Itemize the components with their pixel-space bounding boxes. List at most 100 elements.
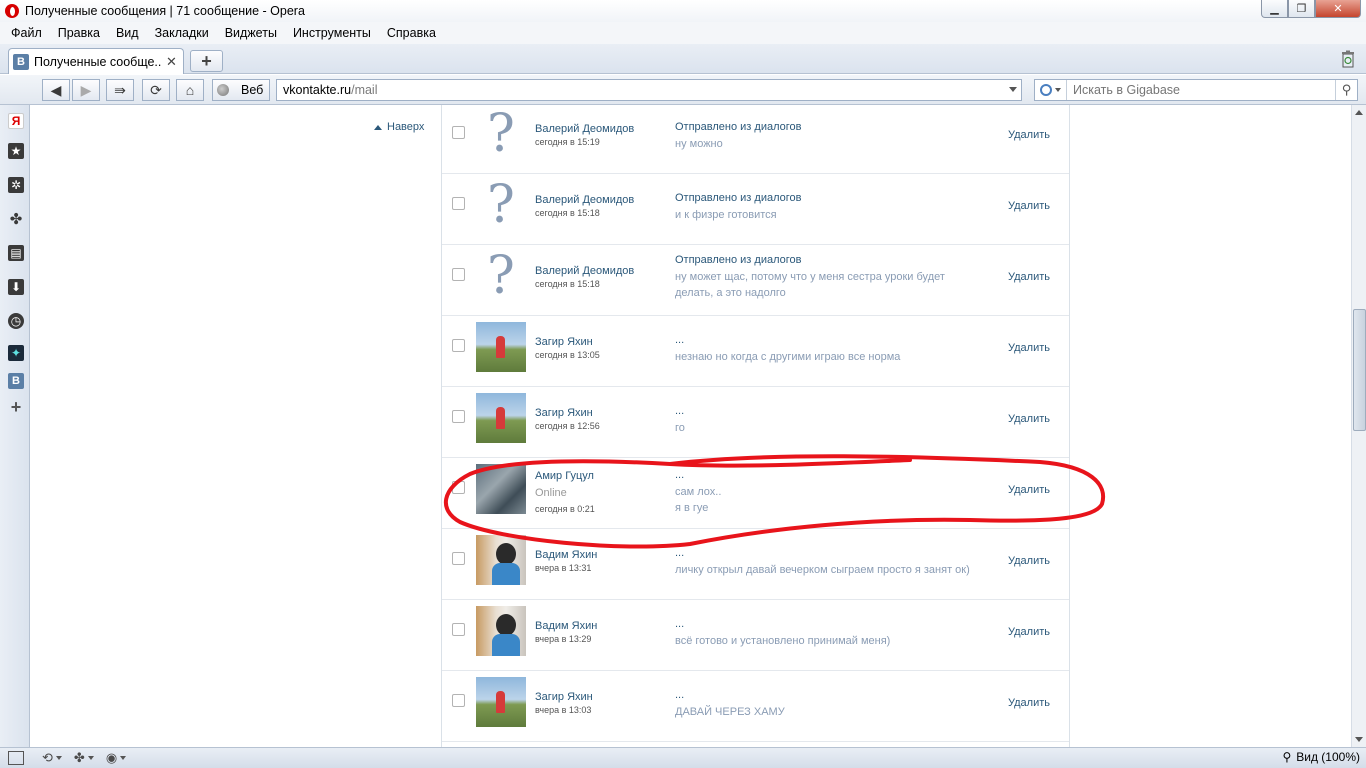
scrollbar-thumb[interactable] — [1353, 309, 1366, 431]
new-tab-button[interactable]: + — [190, 50, 223, 72]
scroll-down-icon[interactable] — [1355, 737, 1363, 742]
message-checkbox[interactable] — [452, 623, 465, 636]
panel-toggle-icon[interactable] — [8, 751, 24, 765]
search-icon[interactable]: ⚲ — [1335, 80, 1357, 100]
trash-icon[interactable] — [1338, 48, 1358, 70]
avatar[interactable] — [476, 677, 526, 727]
turbo-button[interactable]: ⟲ — [42, 750, 62, 766]
sender-name[interactable]: Вадим Яхин — [535, 620, 597, 632]
menu-help[interactable]: Справка — [379, 26, 444, 40]
minimize-button[interactable]: ▁ — [1261, 0, 1288, 18]
message-subject[interactable]: Отправлено из диалогов — [675, 192, 801, 204]
downloads-icon[interactable]: ⬇ — [8, 279, 24, 295]
message-subject[interactable]: Отправлено из диалогов — [675, 254, 801, 266]
sender-name[interactable]: Загир Яхин — [535, 691, 593, 703]
delete-link[interactable]: Удалить — [1008, 271, 1050, 283]
message-checkbox[interactable] — [452, 339, 465, 352]
delete-link[interactable]: Удалить — [1008, 200, 1050, 212]
add-panel-icon[interactable]: + — [8, 397, 24, 417]
delete-link[interactable]: Удалить — [1008, 626, 1050, 638]
message-preview[interactable]: незнаю но когда с другими играю все норм… — [675, 349, 965, 365]
menu-edit[interactable]: Правка — [50, 26, 108, 40]
scroll-up-icon[interactable] — [1355, 110, 1363, 115]
sender-name[interactable]: Валерий Деомидов — [535, 123, 634, 135]
address-dropdown-icon[interactable] — [1009, 87, 1017, 92]
unite-icon[interactable]: ✤ — [8, 211, 24, 228]
message-preview[interactable]: всё готово и установлено принимай меня) — [675, 633, 1005, 649]
avatar[interactable]: ? — [476, 180, 526, 230]
settings-icon[interactable]: ✲ — [8, 177, 24, 193]
message-row[interactable]: Загир Яхин вчера в 13:03 ... ДАВАЙ ЧЕРЕЗ… — [442, 671, 1069, 742]
message-checkbox[interactable] — [452, 197, 465, 210]
speed-dial-button[interactable]: ◉ — [106, 750, 127, 766]
search-engine-selector[interactable] — [1035, 80, 1067, 100]
tab-mail[interactable]: В Полученные сообще... ✕ — [8, 48, 184, 74]
vk-panel-icon[interactable]: В — [8, 373, 24, 389]
web-button[interactable]: Веб — [212, 79, 270, 101]
avatar[interactable] — [476, 322, 526, 372]
avatar[interactable]: ? — [476, 109, 526, 159]
message-preview[interactable]: ДАВАЙ ЧЕРЕЗ ХАМУ — [675, 704, 965, 720]
scroll-to-top-link[interactable]: Наверх — [374, 121, 424, 133]
message-checkbox[interactable] — [452, 694, 465, 707]
message-checkbox[interactable] — [452, 552, 465, 565]
address-bar[interactable]: vkontakte.ru/mail — [276, 79, 1022, 101]
avatar[interactable] — [476, 535, 526, 585]
page-scrollbar[interactable] — [1351, 105, 1366, 747]
zoom-control[interactable]: ⚲ Вид (100%) — [1282, 750, 1360, 764]
home-icon[interactable]: ⌂ — [176, 79, 204, 101]
delete-link[interactable]: Удалить — [1008, 342, 1050, 354]
unite-button[interactable]: ✤ — [74, 750, 94, 766]
sender-name[interactable]: Амир Гуцул — [535, 470, 594, 482]
forward-button[interactable]: ▶ — [72, 79, 100, 101]
message-checkbox[interactable] — [452, 410, 465, 423]
message-checkbox[interactable] — [452, 268, 465, 281]
sender-name[interactable]: Вадим Яхин — [535, 549, 597, 561]
message-subject[interactable]: ... — [675, 469, 684, 481]
message-checkbox[interactable] — [452, 481, 465, 494]
message-row[interactable]: Загир Яхин сегодня в 12:56 ... го Удалит… — [442, 387, 1069, 458]
avatar[interactable] — [476, 606, 526, 656]
tab-close-icon[interactable]: ✕ — [166, 54, 177, 70]
sender-name[interactable]: Валерий Деомидов — [535, 265, 634, 277]
delete-link[interactable]: Удалить — [1008, 413, 1050, 425]
message-row[interactable]: Вадим Яхин вчера в 13:29 ... всё готово … — [442, 600, 1069, 671]
menu-file[interactable]: Файл — [3, 26, 50, 40]
sender-name[interactable]: Валерий Деомидов — [535, 194, 634, 206]
message-row[interactable]: Загир Яхин сегодня в 13:05 ... незнаю но… — [442, 316, 1069, 387]
delete-link[interactable]: Удалить — [1008, 484, 1050, 496]
message-preview[interactable]: го — [675, 420, 965, 436]
sender-name[interactable]: Загир Яхин — [535, 336, 593, 348]
message-preview[interactable]: сам лох.. — [675, 484, 965, 500]
yandex-icon[interactable]: Я — [8, 113, 24, 129]
maximize-button[interactable]: ❐ — [1288, 0, 1315, 18]
sender-name[interactable]: Загир Яхин — [535, 407, 593, 419]
search-input[interactable] — [1067, 83, 1327, 97]
message-subject[interactable]: ... — [675, 618, 684, 630]
back-button[interactable]: ◀ — [42, 79, 70, 101]
message-subject[interactable]: ... — [675, 689, 684, 701]
menu-widgets[interactable]: Виджеты — [217, 26, 285, 40]
message-preview[interactable]: и к физре готовится — [675, 207, 965, 223]
notes-icon[interactable]: ▤ — [8, 245, 24, 261]
message-row[interactable]: ? Валерий Деомидов сегодня в 15:18 Отпра… — [442, 174, 1069, 245]
message-preview-line-2[interactable]: я в гуе — [675, 500, 965, 516]
history-icon[interactable]: ◷ — [8, 313, 24, 329]
menu-tools[interactable]: Инструменты — [285, 26, 379, 40]
delete-link[interactable]: Удалить — [1008, 555, 1050, 567]
delete-link[interactable]: Удалить — [1008, 129, 1050, 141]
message-preview[interactable]: личку открыл давай вечерком сыграем прос… — [675, 562, 1005, 578]
menu-bookmarks[interactable]: Закладки — [147, 26, 217, 40]
message-row[interactable]: Вадим Яхин вчера в 13:31 ... личку откры… — [442, 529, 1069, 600]
menu-view[interactable]: Вид — [108, 26, 147, 40]
avatar[interactable] — [476, 464, 526, 514]
close-button[interactable]: ✕ — [1315, 0, 1361, 18]
reload-button[interactable]: ⟳ — [142, 79, 170, 101]
message-subject[interactable]: Отправлено из диалогов — [675, 121, 801, 133]
message-subject[interactable]: ... — [675, 334, 684, 346]
message-row[interactable]: Амир Гуцул Online сегодня в 0:21 ... сам… — [442, 458, 1069, 529]
avatar[interactable] — [476, 393, 526, 443]
message-checkbox[interactable] — [452, 126, 465, 139]
widget-icon[interactable]: ✦ — [8, 345, 24, 361]
fast-forward-button[interactable]: ⇛ — [106, 79, 134, 101]
